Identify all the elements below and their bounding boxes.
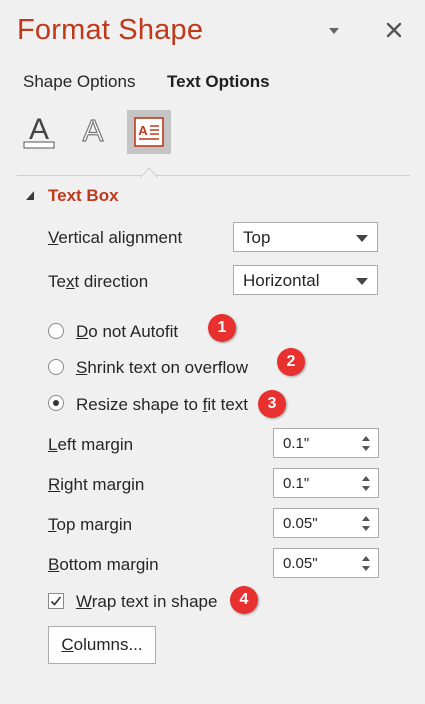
shrink-text-on-overflow-label[interactable]: Shrink text on overflow — [76, 358, 248, 378]
chevron-down-icon — [356, 235, 368, 242]
wrap-text-label[interactable]: Wrap text in shape — [76, 592, 217, 612]
radio-do-not-autofit[interactable] — [48, 323, 64, 339]
textbox-icon[interactable]: A — [127, 110, 171, 154]
callout-badge-4: 4 — [230, 586, 258, 614]
top-margin-label: Top margin — [48, 515, 133, 534]
svg-text:A: A — [29, 113, 49, 146]
spin-up-icon[interactable] — [362, 436, 370, 441]
close-icon[interactable] — [383, 19, 405, 41]
pane-options-dropdown-icon[interactable] — [326, 24, 342, 36]
spin-down-icon[interactable] — [362, 446, 370, 451]
callout-badge-3: 3 — [258, 390, 286, 418]
text-fill-outline-icon[interactable]: A — [17, 110, 61, 154]
radio-shrink-text-on-overflow[interactable] — [48, 359, 64, 375]
right-margin-spinner[interactable]: 0.1" — [273, 468, 379, 498]
svg-text:A: A — [138, 123, 148, 138]
spin-up-icon[interactable] — [362, 556, 370, 561]
radio-selected-dot — [53, 400, 59, 406]
spin-down-icon[interactable] — [362, 566, 370, 571]
spin-up-icon[interactable] — [362, 476, 370, 481]
callout-badge-1: 1 — [208, 314, 236, 342]
columns-button[interactable]: Columns... — [48, 626, 156, 664]
spin-down-icon[interactable] — [362, 486, 370, 491]
bottom-margin-value[interactable]: 0.05" — [283, 555, 318, 572]
right-margin-value[interactable]: 0.1" — [283, 475, 309, 492]
chevron-down-icon — [356, 278, 368, 285]
do-not-autofit-label[interactable]: Do not Autofit — [76, 322, 178, 342]
bottom-margin-spinner[interactable]: 0.05" — [273, 548, 379, 578]
text-effects-icon[interactable]: A — [71, 110, 115, 154]
top-margin-spinner[interactable]: 0.05" — [273, 508, 379, 538]
divider — [17, 175, 410, 176]
left-margin-spinner[interactable]: 0.1" — [273, 428, 379, 458]
tab-shape-options[interactable]: Shape Options — [23, 72, 135, 92]
text-direction-select[interactable]: Horizontal — [233, 265, 378, 295]
resize-shape-to-fit-text-label[interactable]: Resize shape to fit text — [76, 395, 248, 415]
text-direction-label: Text direction — [48, 272, 149, 291]
checkmark-icon — [50, 596, 62, 606]
left-margin-value[interactable]: 0.1" — [283, 435, 309, 452]
radio-resize-shape-to-fit-text[interactable] — [48, 395, 64, 411]
svg-text:A: A — [83, 113, 104, 148]
left-margin-label: Left margin — [48, 435, 134, 454]
vertical-alignment-value: Top — [243, 228, 271, 247]
spin-up-icon[interactable] — [362, 516, 370, 521]
collapse-triangle-icon — [26, 191, 34, 200]
wrap-text-checkbox[interactable] — [48, 593, 64, 609]
section-title: Text Box — [48, 186, 119, 205]
text-direction-value: Horizontal — [243, 271, 320, 290]
right-margin-label: Right margin — [48, 475, 145, 494]
spin-down-icon[interactable] — [362, 526, 370, 531]
bottom-margin-label: Bottom margin — [48, 555, 159, 574]
vertical-alignment-select[interactable]: Top — [233, 222, 378, 252]
vertical-alignment-label: Vertical alignment — [48, 228, 183, 247]
pane-title: Format Shape — [17, 14, 204, 46]
top-margin-value[interactable]: 0.05" — [283, 515, 318, 532]
callout-badge-2: 2 — [277, 348, 305, 376]
tab-text-options[interactable]: Text Options — [167, 72, 270, 92]
divider-notch — [139, 165, 159, 179]
